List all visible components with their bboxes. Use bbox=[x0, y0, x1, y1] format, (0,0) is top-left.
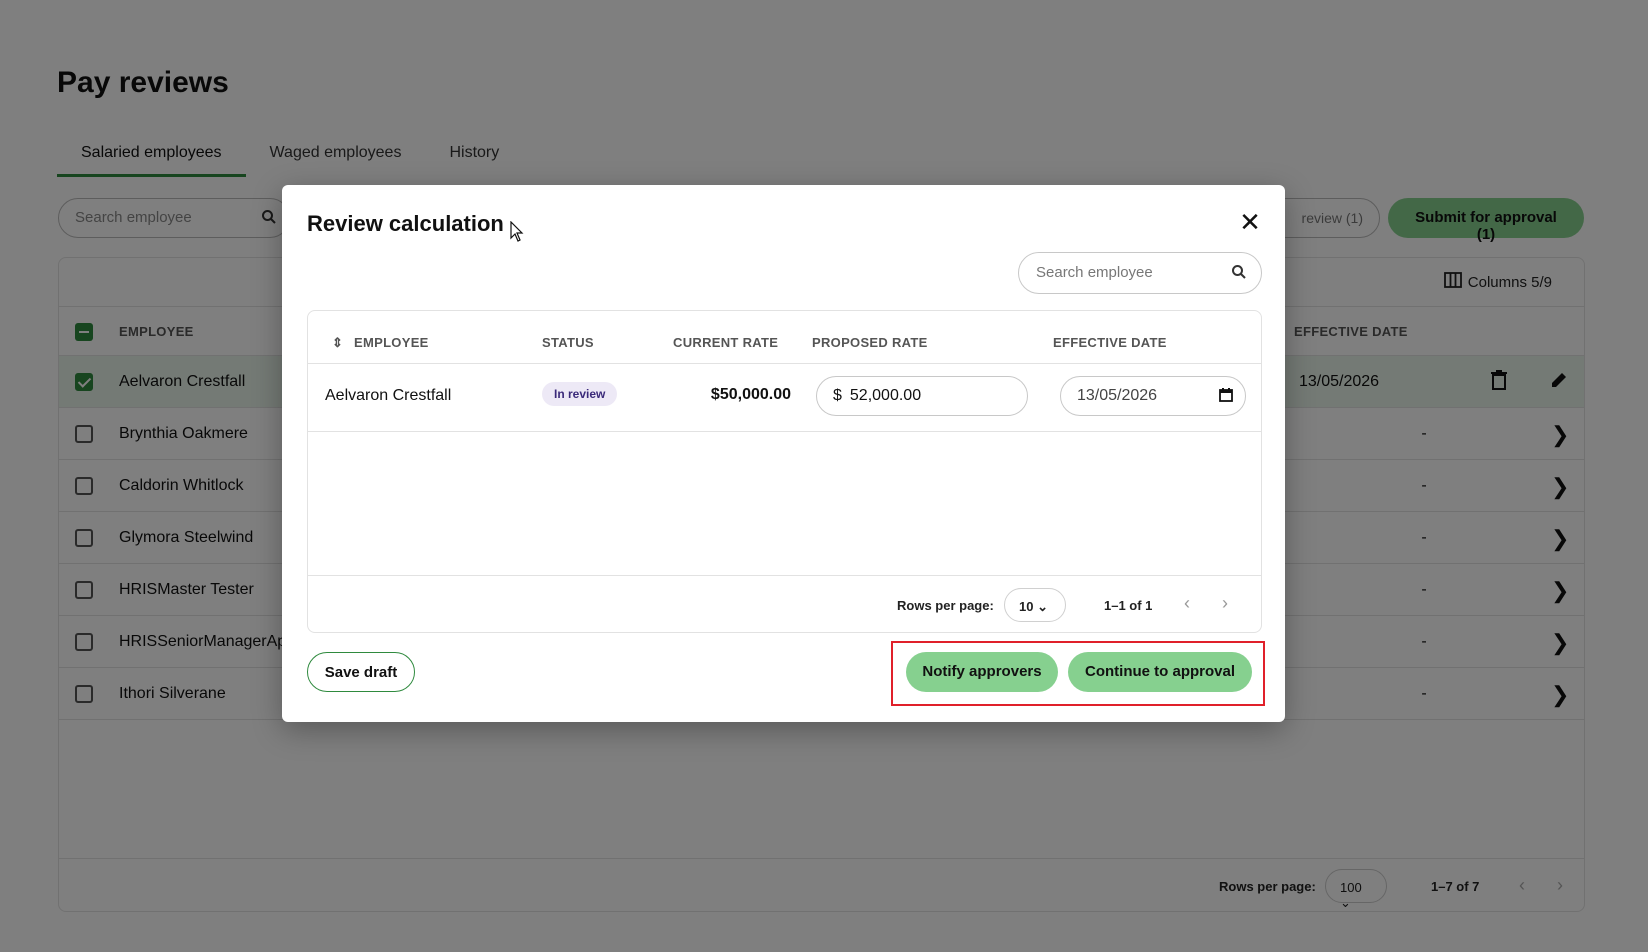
review-table: ⇕ EMPLOYEE STATUS CURRENT RATE PROPOSED … bbox=[307, 310, 1262, 633]
status-badge: In review bbox=[542, 382, 618, 406]
effective-date-input[interactable]: 13/05/2026 bbox=[1060, 376, 1246, 416]
proposed-rate-value: 52,000.00 bbox=[849, 387, 922, 404]
header-status: STATUS bbox=[542, 335, 594, 350]
effective-date-value: 13/05/2026 bbox=[1077, 387, 1158, 404]
next-page-icon[interactable]: › bbox=[1222, 593, 1228, 614]
dialog-search-placeholder: Search employee bbox=[1036, 264, 1153, 281]
calendar-icon[interactable] bbox=[1219, 388, 1233, 407]
continue-to-approval-button[interactable]: Continue to approval bbox=[1068, 652, 1252, 692]
notify-approvers-button[interactable]: Notify approvers bbox=[906, 652, 1058, 692]
dialog-search-input[interactable]: Search employee bbox=[1018, 252, 1262, 294]
rows-per-page-label: Rows per page: bbox=[897, 598, 994, 613]
mouse-cursor-icon bbox=[510, 220, 524, 248]
sort-icon[interactable]: ⇕ bbox=[332, 335, 343, 351]
dialog-title: Review calculation bbox=[307, 211, 504, 236]
save-draft-button[interactable]: Save draft bbox=[307, 652, 415, 692]
current-rate: $50,000.00 bbox=[710, 386, 791, 403]
search-icon bbox=[1231, 264, 1247, 284]
currency-symbol: $ bbox=[833, 387, 842, 404]
close-icon[interactable]: ✕ bbox=[1237, 209, 1263, 235]
header-employee[interactable]: EMPLOYEE bbox=[354, 335, 429, 350]
dialog-pagination: Rows per page: 10 ⌄ 1–1 of 1 ‹ › bbox=[308, 575, 1261, 633]
table-row: Aelvaron Crestfall In review $50,000.00 … bbox=[308, 364, 1261, 432]
proposed-rate-input[interactable]: $ 52,000.00 bbox=[816, 376, 1028, 416]
review-calculation-dialog: Review calculation ✕ Search employee ⇕ E… bbox=[282, 185, 1285, 722]
header-effective-date: EFFECTIVE DATE bbox=[1053, 335, 1167, 350]
header-current-rate: CURRENT RATE bbox=[673, 335, 779, 350]
rows-per-page-select[interactable]: 10 ⌄ bbox=[1004, 588, 1066, 622]
employee-name: Aelvaron Crestfall bbox=[325, 387, 452, 404]
prev-page-icon[interactable]: ‹ bbox=[1184, 593, 1190, 614]
rows-per-page-value: 10 bbox=[1019, 599, 1034, 614]
page-count: 1–1 of 1 bbox=[1104, 598, 1153, 613]
header-proposed-rate: PROPOSED RATE bbox=[812, 335, 928, 350]
chevron-down-icon: ⌄ bbox=[1037, 599, 1048, 614]
